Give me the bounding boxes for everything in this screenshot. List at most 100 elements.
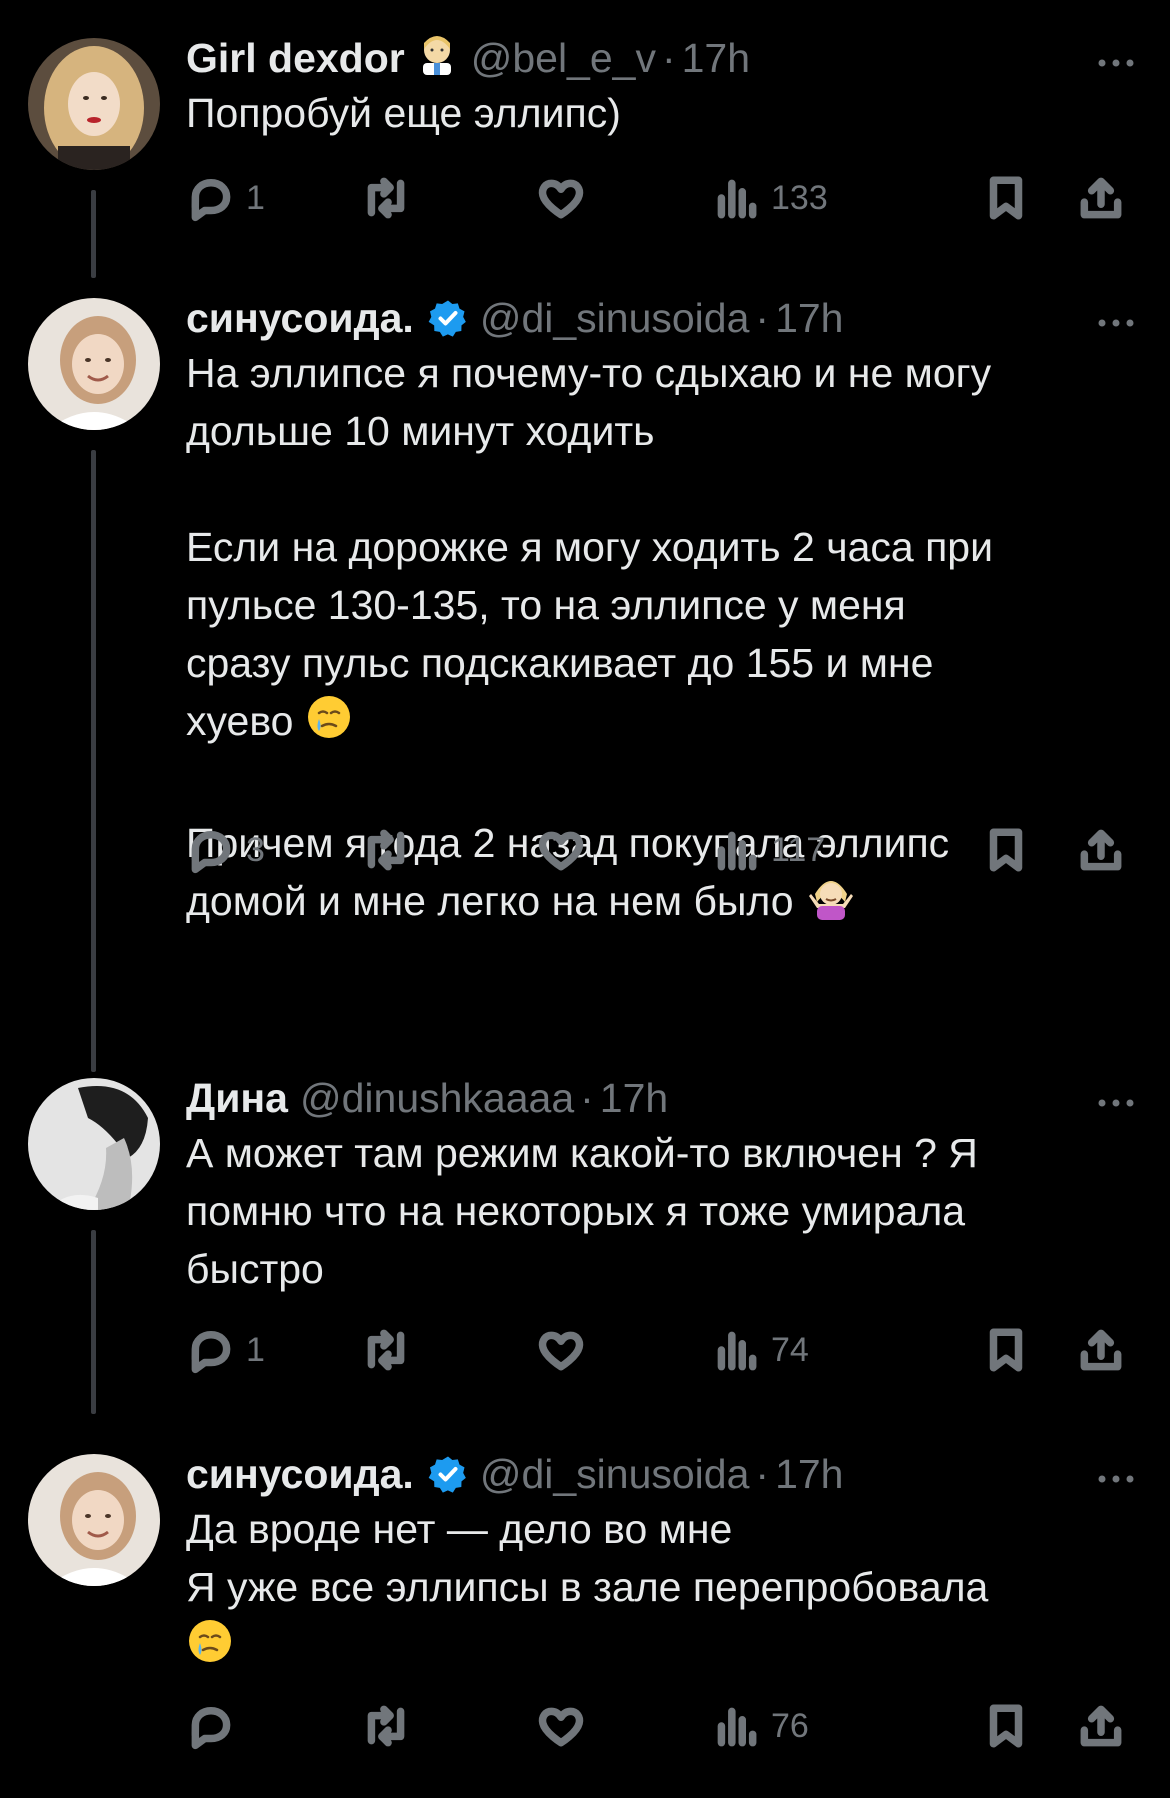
avatar[interactable] (28, 38, 160, 170)
views-button[interactable]: 76 (711, 1696, 809, 1756)
share-icon (1080, 1329, 1122, 1371)
avatar[interactable] (28, 1078, 160, 1210)
retweet-icon (367, 1705, 405, 1747)
avatar[interactable] (28, 298, 160, 430)
timestamp[interactable]: 17h (775, 1451, 843, 1498)
text-line: хуево (186, 692, 1146, 756)
text-line: помню что на некоторых я тоже умирала (186, 1188, 966, 1234)
views-count: 74 (771, 1330, 809, 1369)
views-button[interactable]: 133 (711, 168, 828, 228)
like-button[interactable] (536, 1320, 586, 1380)
share-icon (1080, 829, 1122, 871)
views-button[interactable]: 74 (711, 1320, 809, 1380)
text-segment: домой и мне легко на нем было (186, 877, 794, 924)
more-icon[interactable] (1096, 304, 1136, 336)
handle[interactable]: @bel_e_v (471, 35, 656, 82)
like-button[interactable] (536, 820, 586, 880)
reply-count: 3 (246, 830, 265, 869)
share-button[interactable] (1076, 820, 1126, 880)
heart-icon (538, 179, 584, 219)
views-icon (717, 1331, 757, 1371)
tweet-4[interactable]: синусоида. @di_sinusoida · 17h Да вроде … (0, 1444, 1170, 1784)
bookmark-button[interactable] (981, 168, 1031, 228)
separator-dot: · (755, 1450, 770, 1497)
text-line (186, 460, 1146, 518)
action-bar: 3 117 (186, 820, 1136, 880)
display-name[interactable]: синусоида. (186, 295, 414, 342)
avatar[interactable] (28, 1454, 160, 1586)
views-count: 76 (771, 1706, 809, 1745)
tweet-header: Girl dexdor @bel_e_v · 17h (186, 28, 750, 88)
display-name[interactable]: синусоида. (186, 1451, 414, 1498)
retweet-button[interactable] (361, 820, 411, 880)
tweet-1[interactable]: Girl dexdor @bel_e_v · 17h Попробуй еще … (0, 28, 1170, 278)
text-line: Если на дорожке я могу ходить 2 часа при (186, 524, 994, 570)
tweet-header: синусоида. @di_sinusoida · 17h (186, 1444, 843, 1504)
text-line: Да вроде нет — дело во мне (186, 1506, 733, 1552)
heart-icon (538, 1331, 584, 1371)
bookmark-button[interactable] (981, 1320, 1031, 1380)
bookmark-button[interactable] (981, 820, 1031, 880)
tweet-text: А может там режим какой-то включен ? Я п… (186, 1124, 1146, 1298)
more-icon[interactable] (1096, 1084, 1136, 1116)
verified-badge-icon (428, 300, 466, 337)
woman-health-worker-emoji (415, 31, 459, 85)
views-button[interactable]: 117 (711, 820, 825, 880)
reply-count: 1 (246, 1330, 265, 1369)
thread-line (91, 1230, 96, 1414)
action-bar: 1 133 (186, 168, 1136, 228)
share-icon (1080, 177, 1122, 219)
retweet-button[interactable] (361, 1696, 411, 1756)
text-line: А может там режим какой-то включен ? Я (186, 1130, 978, 1176)
reply-button[interactable]: 1 (186, 168, 265, 228)
text-line (186, 756, 1146, 814)
thread-line (91, 450, 96, 1072)
like-button[interactable] (536, 1696, 586, 1756)
like-button[interactable] (536, 168, 586, 228)
timestamp[interactable]: 17h (682, 35, 750, 82)
reply-icon (191, 1707, 231, 1750)
share-button[interactable] (1076, 1320, 1126, 1380)
reply-icon (191, 1331, 231, 1374)
text-line: сразу пульс подскакивает до 155 и мне (186, 640, 934, 686)
tweet-text: Да вроде нет — дело во мне Я уже все элл… (186, 1500, 1146, 1680)
bookmark-button[interactable] (981, 1696, 1031, 1756)
action-bar: 76 (186, 1696, 1136, 1756)
reply-icon (191, 179, 231, 222)
text-line: дольше 10 минут ходить (186, 408, 655, 454)
views-count: 117 (771, 830, 826, 869)
timestamp[interactable]: 17h (600, 1075, 668, 1122)
share-icon (1080, 1705, 1122, 1747)
separator-dot: · (661, 34, 676, 81)
shrugging-woman-emoji (805, 872, 857, 935)
tweet-2[interactable]: синусоида. @di_sinusoida · 17h На эллипс… (0, 288, 1170, 1072)
display-name[interactable]: Girl dexdor (186, 35, 405, 82)
share-button[interactable] (1076, 168, 1126, 228)
reply-count: 1 (246, 178, 265, 217)
reply-button[interactable] (186, 1696, 246, 1756)
display-name[interactable]: Дина (186, 1075, 288, 1122)
text-line: Попробуй еще эллипс) (186, 90, 621, 136)
reply-button[interactable]: 1 (186, 1320, 265, 1380)
crying-face-emoji (305, 693, 353, 756)
views-icon (717, 1707, 757, 1747)
retweet-button[interactable] (361, 1320, 411, 1380)
handle[interactable]: @di_sinusoida (480, 1451, 750, 1498)
retweet-button[interactable] (361, 168, 411, 228)
more-icon[interactable] (1096, 44, 1136, 76)
more-icon[interactable] (1096, 1460, 1136, 1492)
text-segment: хуево (186, 698, 294, 744)
bookmark-icon (989, 176, 1023, 220)
tweet-3[interactable]: Дина @dinushkaaaa · 17h А может там режи… (0, 1068, 1170, 1438)
reply-icon (191, 831, 231, 874)
text-line: На эллипсе я почему-то сдыхаю и не могу (186, 350, 992, 396)
timestamp[interactable]: 17h (775, 295, 843, 342)
text-line: Я уже все эллипсы в зале перепробовала (186, 1564, 989, 1610)
handle[interactable]: @dinushkaaaa (300, 1075, 574, 1122)
heart-icon (538, 831, 584, 871)
tweet-text: Попробуй еще эллипс) (186, 84, 1146, 142)
handle[interactable]: @di_sinusoida (480, 295, 750, 342)
reply-button[interactable]: 3 (186, 820, 265, 880)
views-count: 133 (771, 178, 828, 217)
share-button[interactable] (1076, 1696, 1126, 1756)
